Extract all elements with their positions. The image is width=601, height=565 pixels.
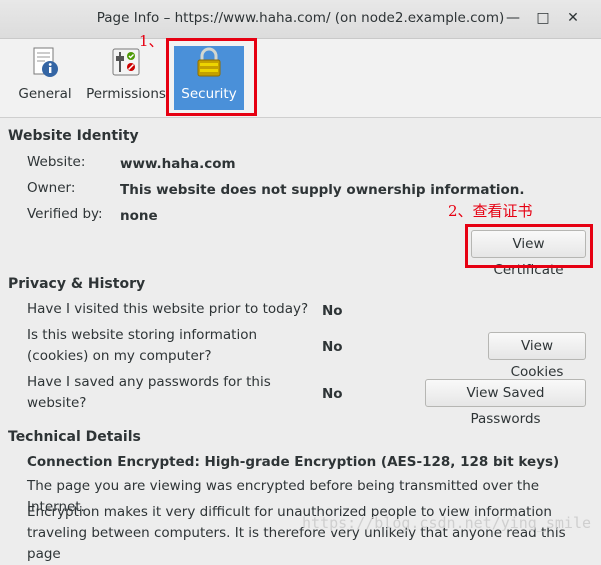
- website-identity-heading: Website Identity: [8, 128, 139, 144]
- connection-encrypted-text: Connection Encrypted: High-grade Encrypt…: [27, 454, 560, 470]
- security-panel: Website Identity Website: www.haha.com O…: [0, 118, 601, 562]
- website-value: www.haha.com: [120, 156, 236, 172]
- cookies-question-line1: Is this website storing information: [27, 327, 258, 343]
- security-tab-highlight: [166, 38, 257, 116]
- tab-permissions[interactable]: Permissions: [86, 46, 166, 110]
- visited-question: Have I visited this website prior to tod…: [27, 301, 309, 317]
- visited-answer: No: [322, 303, 343, 319]
- tab-general[interactable]: General: [12, 46, 78, 110]
- cookies-question-line2: (cookies) on my computer?: [27, 348, 212, 364]
- passwords-answer: No: [322, 386, 343, 402]
- passwords-question-line2: website?: [27, 395, 87, 411]
- privacy-history-heading: Privacy & History: [8, 276, 146, 292]
- tab-permissions-label: Permissions: [86, 86, 166, 102]
- minimize-icon[interactable]: —: [503, 8, 523, 28]
- cookies-answer: No: [322, 339, 343, 355]
- permissions-toggle-icon: [112, 48, 140, 76]
- view-certificate-highlight: [465, 224, 593, 268]
- technical-details-heading: Technical Details: [8, 429, 141, 445]
- watermark: https://blog.csdn.net/ying_smile: [302, 514, 591, 532]
- view-saved-passwords-button[interactable]: View Saved Passwords: [425, 379, 586, 427]
- owner-value: This website does not supply ownership i…: [120, 182, 525, 198]
- close-icon[interactable]: ✕: [563, 8, 583, 28]
- title-bar: Page Info – https://www.haha.com/ (on no…: [0, 0, 601, 39]
- maximize-icon[interactable]: □: [533, 8, 553, 28]
- verified-by-label: Verified by:: [27, 206, 103, 222]
- step-2-annotation: 2、查看证书: [448, 202, 533, 220]
- website-label: Website:: [27, 154, 86, 170]
- verified-by-value: none: [120, 208, 158, 224]
- info-page-icon: [33, 47, 58, 77]
- step-1-annotation: 1、: [139, 32, 164, 50]
- passwords-question-line1: Have I saved any passwords for this: [27, 374, 271, 390]
- owner-label: Owner:: [27, 180, 76, 196]
- view-cookies-button[interactable]: View Cookies: [488, 332, 586, 380]
- page-info-toolbar: General Permissions Security: [0, 39, 601, 118]
- tab-general-label: General: [18, 86, 72, 102]
